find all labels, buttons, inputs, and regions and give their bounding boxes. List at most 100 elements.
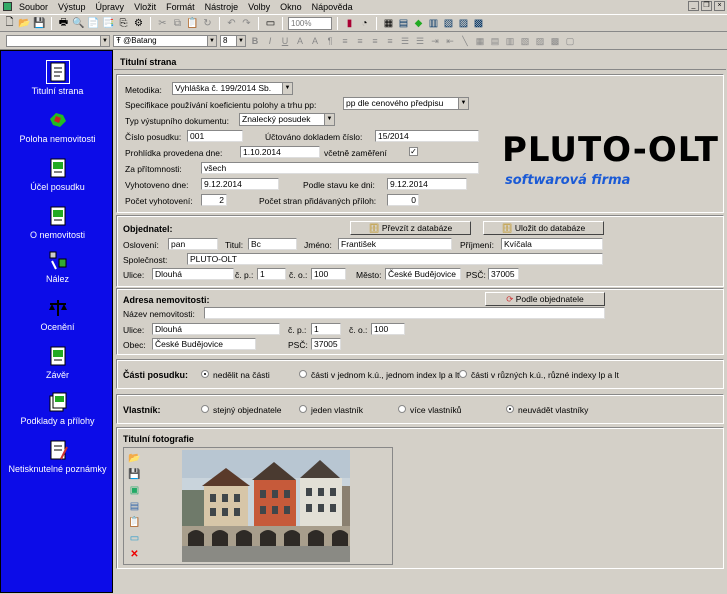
vlastnik-radio-2[interactable] xyxy=(398,405,406,413)
zamereni-checkbox[interactable]: ✓ xyxy=(409,147,418,156)
koef-select[interactable]: pp dle cenového předpisu ▼ xyxy=(343,97,469,110)
pocet-stran-input[interactable]: 0 xyxy=(387,194,419,206)
data-icon[interactable]: ▩ xyxy=(472,17,485,30)
osloveni-input[interactable]: pan xyxy=(168,238,218,250)
table-insert-icon[interactable]: ▦ xyxy=(474,35,486,47)
jmeno-input[interactable]: František xyxy=(338,238,452,250)
adresa-co-input[interactable]: 100 xyxy=(371,323,405,335)
casti-radio-1[interactable] xyxy=(299,370,307,378)
align-center-icon[interactable]: ≡ xyxy=(354,35,366,47)
justify-icon[interactable]: ≡ xyxy=(384,35,396,47)
adresa-psc-input[interactable]: 37005 xyxy=(311,338,341,350)
save-icon[interactable]: 💾 xyxy=(33,17,46,30)
monitor-icon[interactable]: ▭ xyxy=(128,532,141,545)
casti-radio-2[interactable] xyxy=(459,370,467,378)
menu-vlozit[interactable]: Vložit xyxy=(129,2,161,12)
prijmeni-input[interactable]: Kvíčala xyxy=(501,238,603,250)
align-left-icon[interactable]: ≡ xyxy=(339,35,351,47)
sidebar-item-titulni-strana[interactable]: Titulní strana xyxy=(1,60,114,96)
vlastnik-radio-3[interactable] xyxy=(506,405,514,413)
typ-select[interactable]: Znalecký posudek ▼ xyxy=(239,113,335,126)
font-size-combo[interactable]: 8 ▼ xyxy=(220,35,246,47)
paste-icon[interactable]: 📋 xyxy=(186,17,199,30)
menu-okno[interactable]: Okno xyxy=(275,2,307,12)
line-icon[interactable]: ╲ xyxy=(459,35,471,47)
copy-doc-icon[interactable]: ⎘ xyxy=(117,17,130,30)
sidebar-item-podklady[interactable]: Podklady a přílohy xyxy=(1,391,114,426)
metodika-select[interactable]: Vyhláška č. 199/2014 Sb. ▼ xyxy=(172,82,293,95)
pocet-vyhotoveni-input[interactable]: 2 xyxy=(201,194,227,206)
restore-icon[interactable]: ❐ xyxy=(701,1,712,11)
prevzit-button[interactable]: 🗄 Převzít z databáze xyxy=(350,221,471,235)
prohlidka-input[interactable]: 1.10.2014 xyxy=(240,146,320,158)
underline-button[interactable]: U xyxy=(279,35,291,47)
sidebar-item-ucel[interactable]: Účel posudku xyxy=(1,157,114,192)
menu-nastroje[interactable]: Nástroje xyxy=(200,2,244,12)
form-icon[interactable]: ▧ xyxy=(442,17,455,30)
italic-button[interactable]: I xyxy=(264,35,276,47)
table-icon[interactable]: ▤ xyxy=(397,17,410,30)
sidebar-item-poloha[interactable]: Poloha nemovitosti xyxy=(1,109,114,144)
casti-option-1[interactable]: části v jednom k.ú., jednom index lp a l… xyxy=(311,370,459,380)
table-merge-icon[interactable]: ▧ xyxy=(519,35,531,47)
numbering-icon[interactable]: ☰ xyxy=(414,35,426,47)
psc-input[interactable]: 37005 xyxy=(488,268,519,280)
menu-napoveda[interactable]: Nápověda xyxy=(307,2,358,12)
table-delete-icon[interactable]: ▩ xyxy=(549,35,561,47)
glasses-icon[interactable]: ◔ xyxy=(358,17,371,30)
casti-option-2[interactable]: části v různých k.ú., různé indexy lp a … xyxy=(471,370,619,380)
menu-upravy[interactable]: Úpravy xyxy=(91,2,130,12)
outdent-icon[interactable]: ⇤ xyxy=(444,35,456,47)
podle-objednatele-button[interactable]: ⟳ Podle objednatele xyxy=(485,292,605,306)
delete-icon[interactable]: ✕ xyxy=(128,548,141,561)
style-combo[interactable]: ▼ xyxy=(6,35,110,47)
paste-icon[interactable]: 📋 xyxy=(128,516,141,529)
table-col-icon[interactable]: ▥ xyxy=(504,35,516,47)
screen-icon[interactable]: ▭ xyxy=(264,17,277,30)
align-right-icon[interactable]: ≡ xyxy=(369,35,381,47)
bullets-icon[interactable]: ☰ xyxy=(399,35,411,47)
paragraph-icon[interactable]: ¶ xyxy=(324,35,336,47)
menu-format[interactable]: Formát xyxy=(161,2,200,12)
minimize-icon[interactable]: _ xyxy=(688,1,699,11)
sidebar-item-nalez[interactable]: Nález xyxy=(1,249,114,284)
highlight-button[interactable]: A xyxy=(309,35,321,47)
titul-input[interactable]: Bc xyxy=(248,238,297,250)
image-icon[interactable]: ▣ xyxy=(128,484,141,497)
new-document-icon[interactable]: 🗋 xyxy=(3,17,16,30)
ulice-input[interactable]: Dlouhá xyxy=(152,268,234,280)
list-icon[interactable]: ▨ xyxy=(457,17,470,30)
redo-icon[interactable]: ↷ xyxy=(240,17,253,30)
save-icon[interactable]: 💾 xyxy=(128,468,141,481)
cislo-input[interactable]: 001 xyxy=(187,130,243,142)
vlastnik-option-1[interactable]: jeden vlastník xyxy=(311,405,363,415)
border-icon[interactable]: ▢ xyxy=(564,35,576,47)
open-folder-icon[interactable]: 📂 xyxy=(18,17,31,30)
vlastnik-option-0[interactable]: stejný objednatele xyxy=(213,405,282,415)
pdf-icon[interactable]: 📑 xyxy=(102,17,115,30)
vyhotoveno-input[interactable]: 9.12.2014 xyxy=(201,178,279,190)
print-preview-icon[interactable]: 🔍 xyxy=(72,17,85,30)
obec-input[interactable]: České Budějovice xyxy=(152,338,256,350)
ulozit-button[interactable]: 🗄 Uložit do databáze xyxy=(483,221,604,235)
books-icon[interactable]: ▮ xyxy=(343,17,356,30)
stav-input[interactable]: 9.12.2014 xyxy=(387,178,467,190)
sidebar-item-poznamky[interactable]: Netisknutelné poznámky xyxy=(1,439,114,474)
scanner-icon[interactable]: ▤ xyxy=(128,500,141,513)
adresa-cp-input[interactable]: 1 xyxy=(311,323,341,335)
co-input[interactable]: 100 xyxy=(311,268,346,280)
menu-volby[interactable]: Volby xyxy=(243,2,275,12)
cp-input[interactable]: 1 xyxy=(257,268,286,280)
sidebar-item-oceneni[interactable]: Ocenění xyxy=(1,297,114,332)
indent-icon[interactable]: ⇥ xyxy=(429,35,441,47)
grid-icon[interactable]: ▥ xyxy=(427,17,440,30)
vlastnik-radio-1[interactable] xyxy=(299,405,307,413)
copy-icon[interactable]: ⧉ xyxy=(171,17,184,30)
table-row-icon[interactable]: ▤ xyxy=(489,35,501,47)
font-color-button[interactable]: A xyxy=(294,35,306,47)
spolecnost-input[interactable]: PLUTO-OLT xyxy=(187,253,603,265)
map-icon[interactable]: ◆ xyxy=(412,17,425,30)
export-icon[interactable]: 📄 xyxy=(87,17,100,30)
print-icon[interactable]: 🖶 xyxy=(57,17,70,30)
table-split-icon[interactable]: ▨ xyxy=(534,35,546,47)
